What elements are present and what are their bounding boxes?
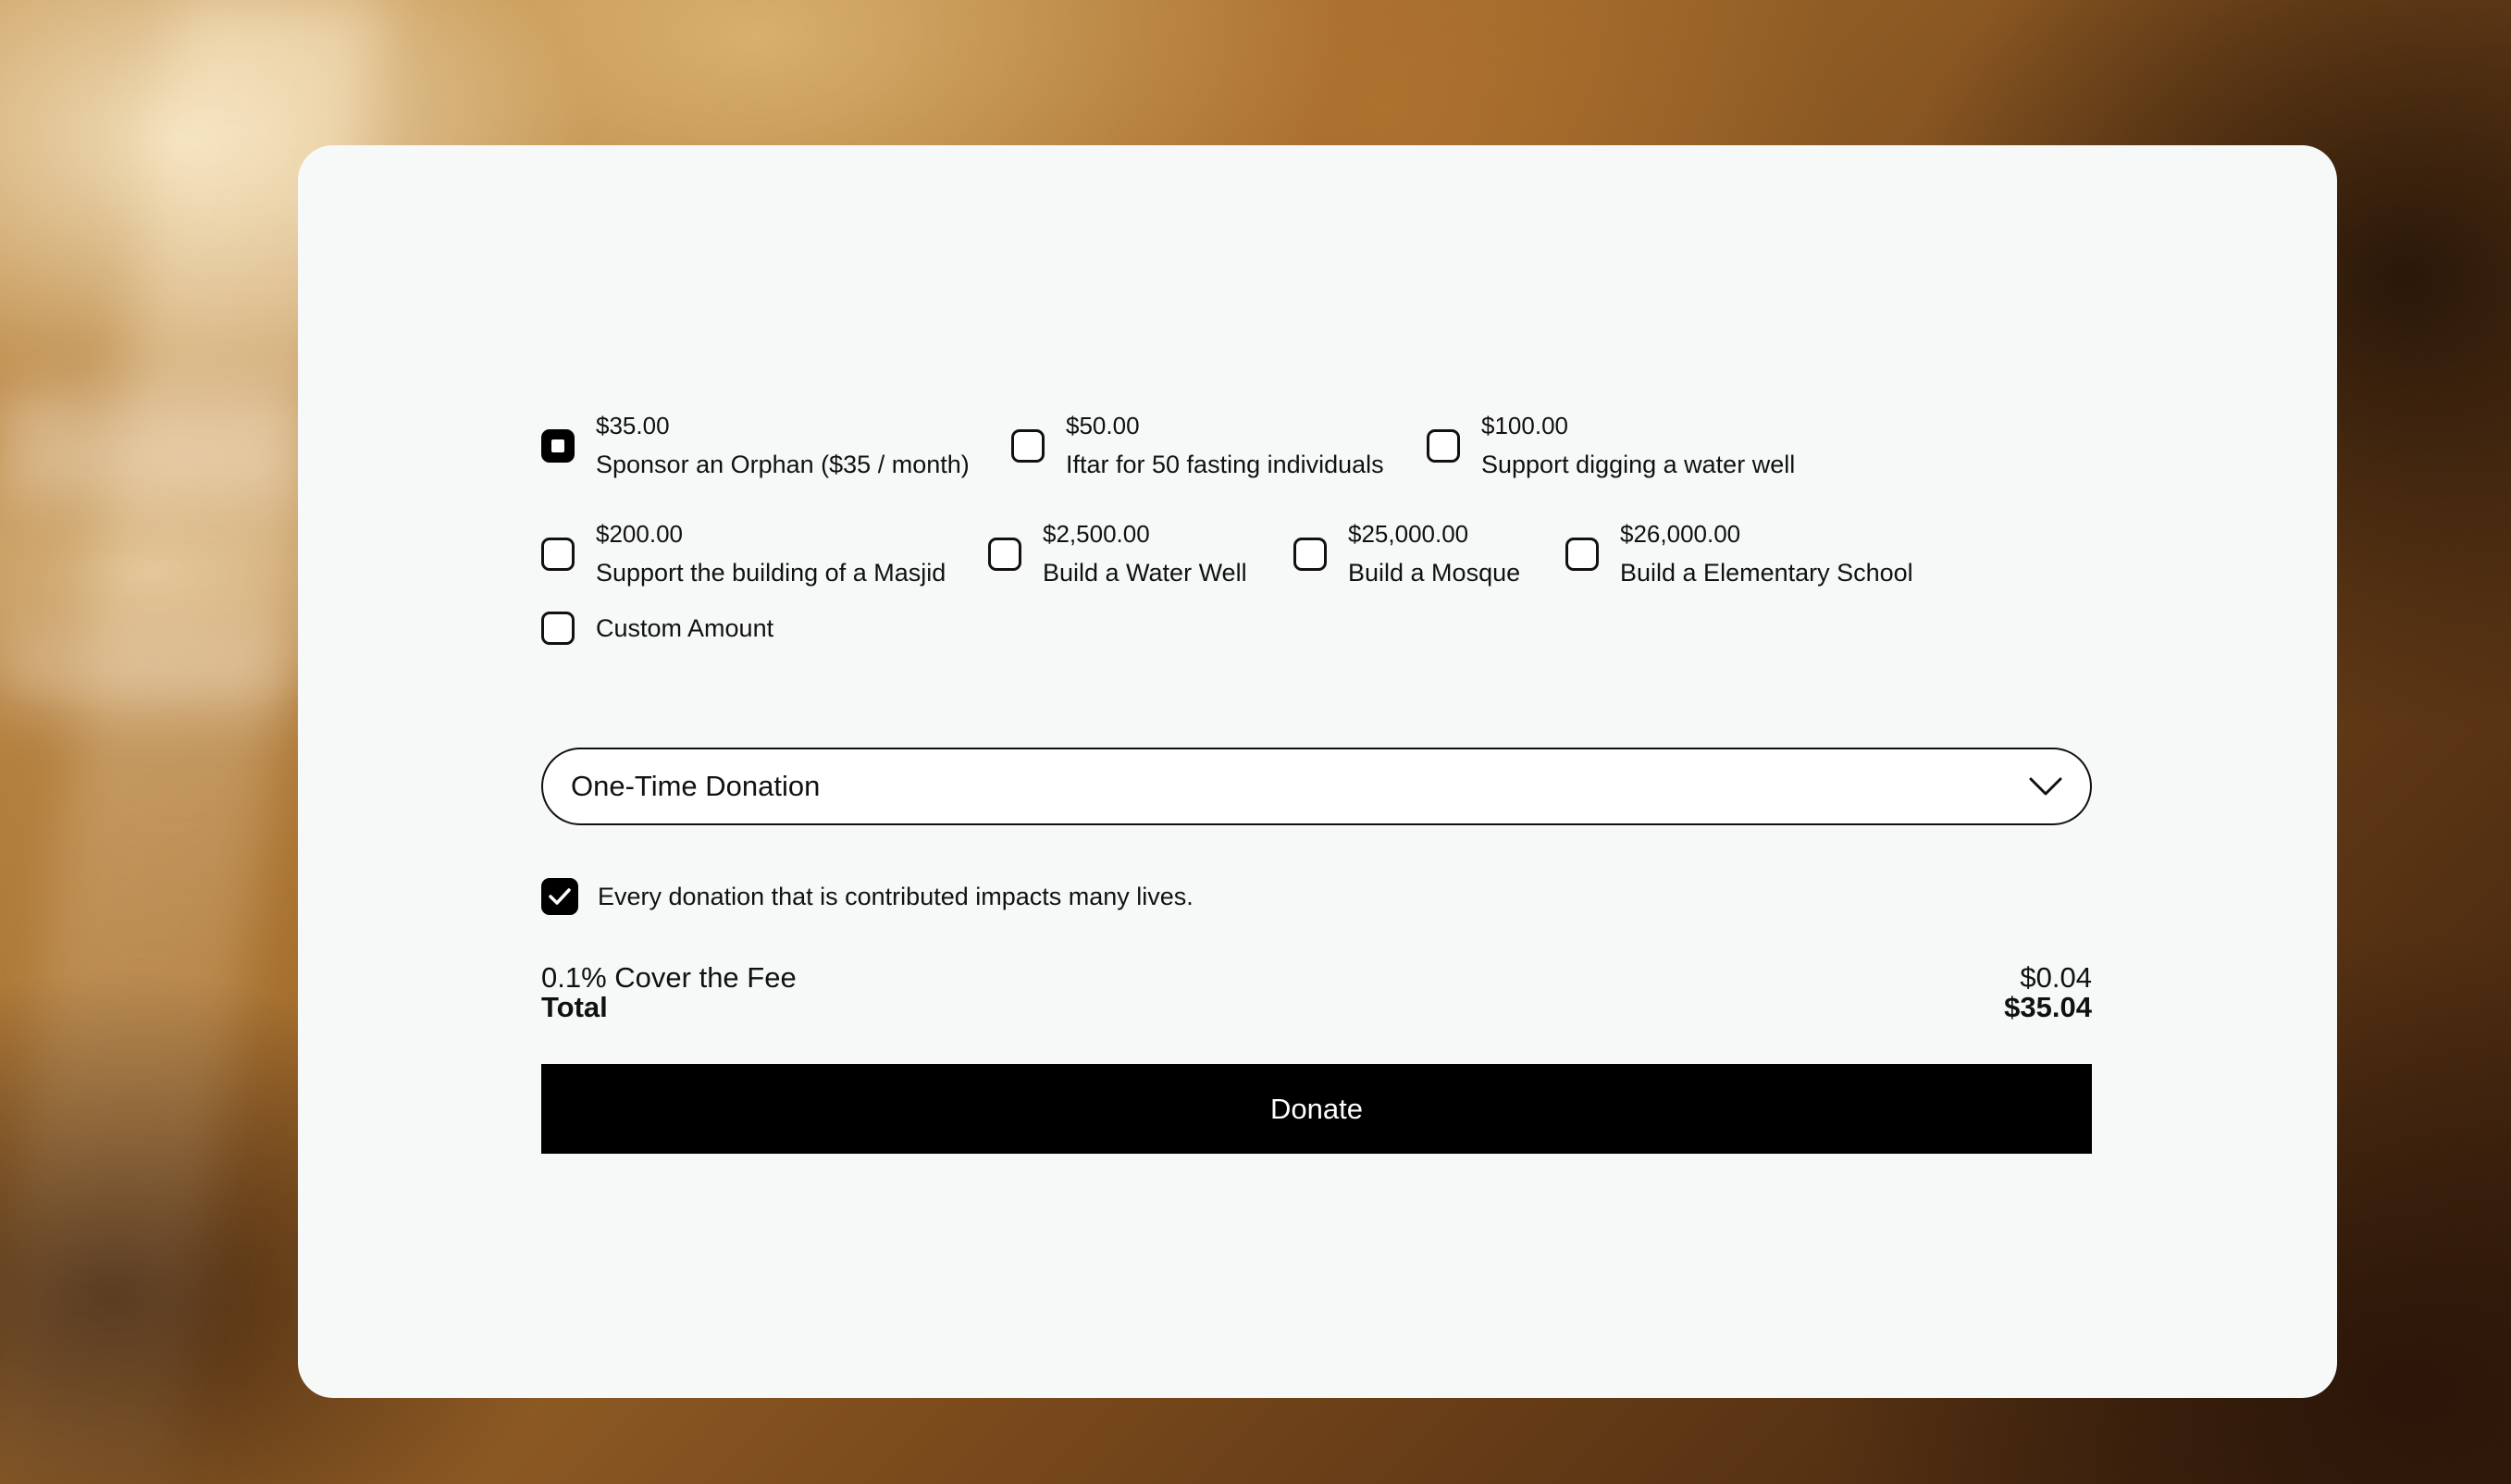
option-amount: $25,000.00	[1348, 520, 1469, 548]
donation-option-custom-amount[interactable]: Custom Amount	[541, 612, 773, 645]
background-light-streak	[0, 389, 305, 500]
background-light-streak	[0, 629, 296, 712]
custom-amount-row: Custom Amount	[541, 612, 773, 645]
option-amount: $50.00	[1066, 412, 1140, 439]
impact-checkbox-row[interactable]: Every donation that is contributed impac…	[541, 878, 1194, 915]
option-checkbox[interactable]	[1427, 429, 1460, 463]
donation-options-row: $35.00 Sponsor an Orphan ($35 / month) $…	[541, 407, 1795, 485]
donation-option-water-well-support[interactable]: $100.00 Support digging a water well	[1427, 407, 1795, 485]
option-checkbox[interactable]	[1011, 429, 1045, 463]
option-checkbox[interactable]	[541, 612, 575, 645]
donation-option-build-mosque[interactable]: $25,000.00 Build a Mosque	[1293, 515, 1565, 593]
donation-option-build-school[interactable]: $26,000.00 Build a Elementary School	[1565, 515, 1913, 593]
option-label: Sponsor an Orphan ($35 / month)	[596, 451, 970, 478]
frequency-select[interactable]: One-Time Donation	[541, 748, 2092, 825]
option-checkbox[interactable]	[541, 429, 575, 463]
total-amount: $35.04	[2004, 991, 2092, 1023]
option-amount: $2,500.00	[1043, 520, 1150, 548]
donation-option-masjid-support[interactable]: $200.00 Support the building of a Masjid	[541, 515, 988, 593]
donation-card: $35.00 Sponsor an Orphan ($35 / month) $…	[298, 145, 2337, 1398]
option-amount: $200.00	[596, 520, 683, 548]
donation-options-row: $200.00 Support the building of a Masjid…	[541, 515, 1913, 593]
frequency-select-value: One-Time Donation	[571, 770, 821, 802]
fee-amount: $0.04	[2020, 961, 2092, 994]
selected-dot-icon	[551, 439, 564, 452]
donation-option-build-water-well[interactable]: $2,500.00 Build a Water Well	[988, 515, 1293, 593]
impact-text: Every donation that is contributed impac…	[598, 882, 1194, 910]
option-amount: $26,000.00	[1620, 520, 1741, 548]
total-row: Total $35.04	[541, 991, 2092, 1024]
option-label: Build a Mosque	[1348, 559, 1521, 587]
fee-row: 0.1% Cover the Fee $0.04	[541, 961, 2092, 995]
option-checkbox[interactable]	[1293, 538, 1327, 571]
option-label: Iftar for 50 fasting individuals	[1066, 451, 1384, 478]
chevron-down-icon	[2029, 777, 2062, 796]
option-checkbox[interactable]	[541, 538, 575, 571]
option-label: Build a Elementary School	[1620, 559, 1913, 587]
option-checkbox[interactable]	[1565, 538, 1599, 571]
donate-button[interactable]: Donate	[541, 1064, 2092, 1154]
total-label: Total	[541, 991, 608, 1023]
donation-option-sponsor-orphan[interactable]: $35.00 Sponsor an Orphan ($35 / month)	[541, 407, 1011, 485]
option-amount: $100.00	[1481, 412, 1568, 439]
option-amount: $35.00	[596, 412, 670, 439]
option-label: Build a Water Well	[1043, 559, 1247, 587]
donation-option-iftar[interactable]: $50.00 Iftar for 50 fasting individuals	[1011, 407, 1427, 485]
option-label: Support digging a water well	[1481, 451, 1796, 478]
impact-checkbox[interactable]	[541, 878, 578, 915]
option-label: Support the building of a Masjid	[596, 559, 946, 587]
checkmark-icon	[549, 888, 571, 905]
fee-label: 0.1% Cover the Fee	[541, 961, 797, 994]
option-checkbox[interactable]	[988, 538, 1021, 571]
custom-amount-label: Custom Amount	[596, 613, 774, 642]
